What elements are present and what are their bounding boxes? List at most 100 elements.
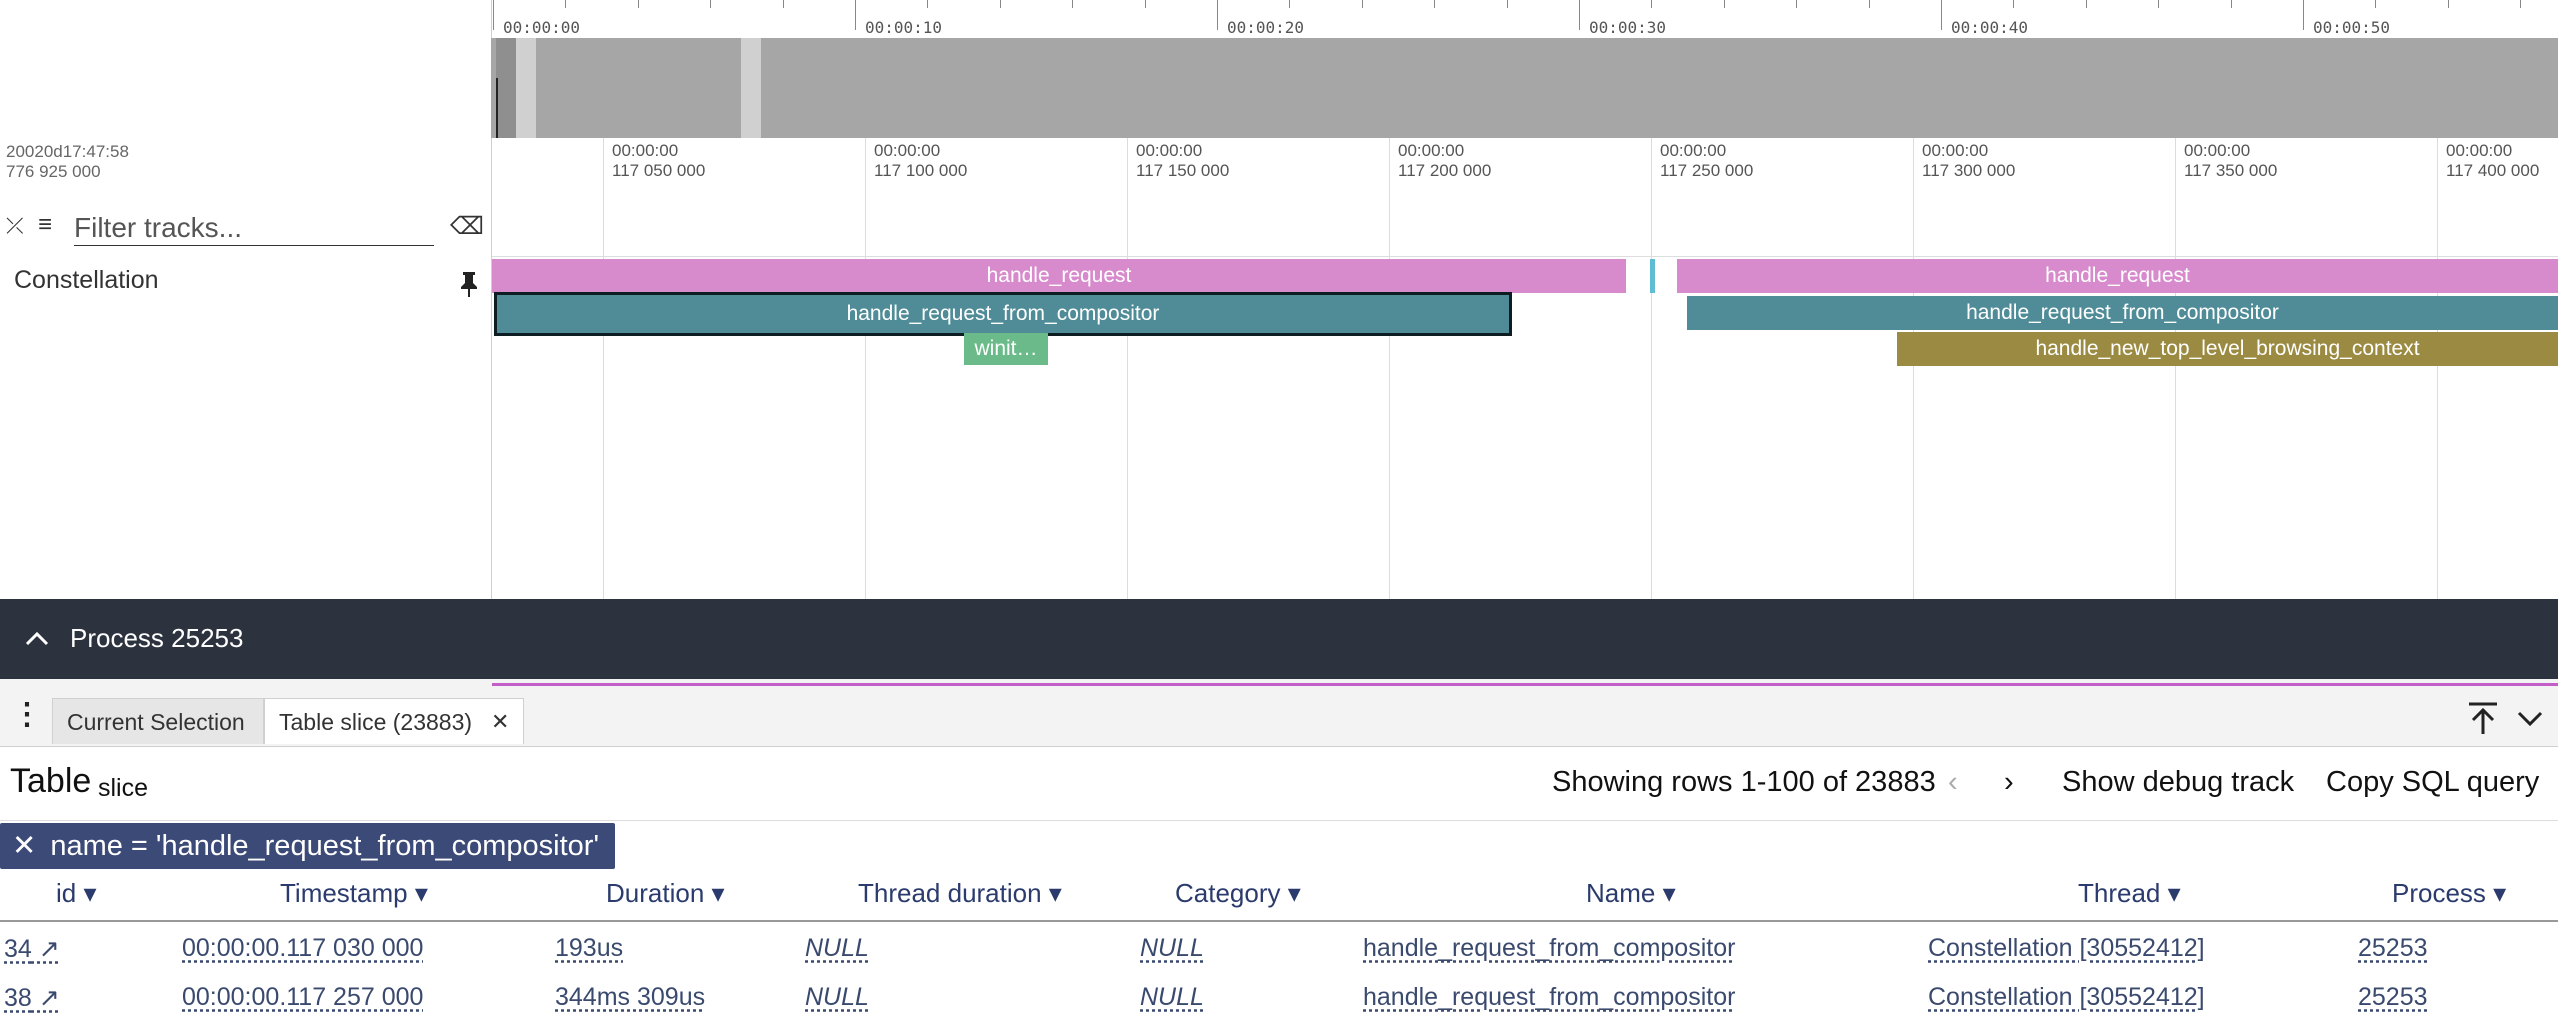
axis-label: 00:00:00 117 250 000 <box>1660 141 1754 180</box>
prev-page-icon[interactable]: ‹ <box>1948 766 1958 799</box>
cell-category[interactable]: NULL <box>1140 934 1204 963</box>
cell-process[interactable]: 25253 <box>2358 983 2428 1012</box>
track-shell: Constellation <box>0 256 492 599</box>
column-header-duration[interactable]: Duration ▾ <box>606 878 725 909</box>
overview-major-tick <box>855 0 856 30</box>
table-subtitle: slice <box>98 774 149 802</box>
gridline <box>2437 138 2438 599</box>
tab-table-slice[interactable]: Table slice (23883) ✕ <box>264 698 524 744</box>
filter-chip-label: name = 'handle_request_from_compositor' <box>50 830 600 862</box>
slice-handle-request[interactable]: handle_request <box>1677 259 2558 293</box>
header-divider <box>0 920 2558 922</box>
slice-small[interactable] <box>1650 259 1655 293</box>
column-header-thread-duration[interactable]: Thread duration ▾ <box>858 878 1062 909</box>
cell-name[interactable]: handle_request_from_compositor <box>1363 983 1735 1012</box>
column-header-timestamp[interactable]: Timestamp ▾ <box>280 878 428 909</box>
cell-id[interactable]: 34 ↗ <box>4 934 60 964</box>
axis-label: 00:00:00 117 400 000 <box>2446 141 2540 180</box>
filter-chip[interactable]: ✕ name = 'handle_request_from_compositor' <box>0 823 616 869</box>
overview-highlight <box>741 38 761 138</box>
overview-viewport-marker[interactable] <box>496 78 498 138</box>
overview-minor-tick <box>2520 0 2522 8</box>
timeline-overview[interactable]: 00:00:00 00:00:10 00:00:20 00:00:30 00:00:40… <box>0 0 2558 138</box>
axis-label: 00:00:00 117 100 000 <box>874 141 968 180</box>
time-axis-origin: 20020d17:47:58 776 925 000 <box>6 142 129 182</box>
gridline <box>603 138 604 599</box>
overview-highlight <box>516 38 536 138</box>
slice-handle-request[interactable]: handle_request <box>492 259 1626 293</box>
overview-minor-tick <box>1651 0 1653 8</box>
gridline <box>2175 138 2176 599</box>
column-header-category[interactable]: Category ▾ <box>1175 878 1301 909</box>
slice-handle-request-from-compositor[interactable]: handle_request_from_compositor <box>1687 296 2558 330</box>
overview-minor-tick <box>2158 0 2160 8</box>
collapse-all-icon[interactable]: ⤫ <box>6 213 24 239</box>
pin-icon[interactable] <box>458 270 480 298</box>
clear-filter-icon[interactable]: ⌫ <box>450 212 484 241</box>
overview-major-tick <box>2303 0 2304 30</box>
overview-minor-tick <box>2013 0 2015 8</box>
cell-id[interactable]: 38 ↗ <box>4 983 60 1013</box>
cell-thread[interactable]: Constellation [30552412] <box>1928 934 2205 963</box>
slice-handle-new-top-level-browsing-context[interactable]: handle_new_top_level_browsing_context <box>1897 332 2558 366</box>
chevron-up-icon[interactable] <box>24 629 50 647</box>
cell-thread-duration[interactable]: NULL <box>805 934 869 963</box>
maximize-panel-icon[interactable] <box>2465 700 2501 736</box>
overview-minor-tick <box>1723 0 1725 8</box>
gridline <box>1651 138 1652 599</box>
process-label: Process 25253 <box>70 623 244 653</box>
overview-minor-tick <box>999 0 1001 8</box>
overview-major-tick <box>1579 0 1580 30</box>
overview-activity-bar[interactable] <box>491 38 2558 138</box>
overview-tick-label: 00:00:30 <box>1589 18 1667 37</box>
close-icon[interactable]: ✕ <box>12 830 36 862</box>
origin-date: 20020d17:47:58 <box>6 142 129 161</box>
overview-major-tick <box>493 0 494 30</box>
overview-minor-tick <box>1144 0 1146 8</box>
column-header-id[interactable]: id ▾ <box>56 878 97 909</box>
slice-handle-request-from-compositor-selected[interactable]: handle_request_from_compositor <box>494 292 1512 336</box>
axis-label: 00:00:00 117 150 000 <box>1136 141 1230 180</box>
track-name: Constellation <box>14 266 159 294</box>
axis-label: 00:00:00 117 050 000 <box>612 141 706 180</box>
cell-thread[interactable]: Constellation [30552412] <box>1928 983 2205 1012</box>
next-page-icon[interactable]: › <box>2004 766 2014 799</box>
cell-process[interactable]: 25253 <box>2358 934 2428 963</box>
overview-minor-tick <box>1868 0 1870 8</box>
cell-name[interactable]: handle_request_from_compositor <box>1363 934 1735 963</box>
process-group-header[interactable]: Process 25253 <box>0 599 2558 679</box>
overview-minor-tick <box>710 0 712 8</box>
cell-thread-duration[interactable]: NULL <box>805 983 869 1012</box>
filter-tracks-input[interactable] <box>74 211 434 246</box>
overview-minor-tick <box>782 0 784 8</box>
cell-duration[interactable]: 344ms 309us <box>555 983 705 1012</box>
cell-category[interactable]: NULL <box>1140 983 1204 1012</box>
copy-sql-query-button[interactable]: Copy SQL query <box>2326 766 2539 799</box>
axis-label: 00:00:00 117 300 000 <box>1922 141 2016 180</box>
column-header-thread[interactable]: Thread ▾ <box>2078 878 2181 909</box>
table-header: Table slice Showing rows 1-100 of 23883 … <box>0 748 2558 821</box>
cell-timestamp[interactable]: 00:00:00.117 030 000 <box>182 934 423 963</box>
details-tab-bar: ⋮ Current Selection Table slice (23883) … <box>0 686 2558 747</box>
rows-info: Showing rows 1-100 of 23883 <box>1552 766 1936 798</box>
column-header-process[interactable]: Process ▾ <box>2392 878 2506 909</box>
overview-tick-label: 00:00:40 <box>1951 18 2029 37</box>
overview-major-tick <box>1217 0 1218 30</box>
show-debug-track-button[interactable]: Show debug track <box>2062 766 2294 799</box>
chevron-down-icon[interactable] <box>2516 708 2544 728</box>
cell-duration[interactable]: 193us <box>555 934 623 963</box>
overview-minor-tick <box>2085 0 2087 8</box>
overview-left-blank <box>0 0 492 138</box>
more-vert-icon[interactable]: ⋮ <box>12 700 42 730</box>
overview-minor-tick <box>637 0 639 8</box>
column-header-name[interactable]: Name ▾ <box>1586 878 1676 909</box>
gridline <box>1127 138 1128 599</box>
overview-minor-tick <box>565 0 567 8</box>
overview-highlight <box>496 38 516 138</box>
slice-winit[interactable]: winit… <box>964 333 1048 365</box>
overview-minor-tick <box>1434 0 1436 8</box>
tab-current-selection[interactable]: Current Selection <box>52 698 264 744</box>
filter-lines-icon: ≡ <box>38 211 53 238</box>
cell-timestamp[interactable]: 00:00:00.117 257 000 <box>182 983 423 1012</box>
close-icon[interactable]: ✕ <box>491 699 509 745</box>
